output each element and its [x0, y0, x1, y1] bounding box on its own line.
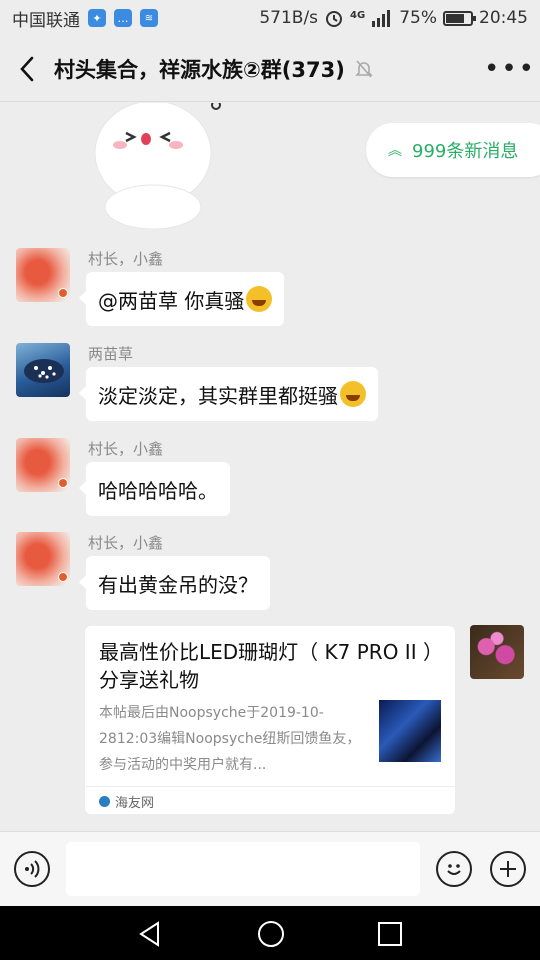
status-left: 中国联通 ✦ … ≋ [12, 6, 158, 31]
sender-name: 村长，小鑫 [88, 534, 164, 552]
message-text: 淡定淡定，其实群里都挺骚 [98, 383, 338, 408]
avatar[interactable] [16, 438, 70, 492]
sender-name: 村长，小鑫 [88, 440, 164, 458]
plus-icon [500, 861, 516, 877]
app-notification-icon: ✦ [88, 9, 106, 27]
system-nav-bar [0, 906, 540, 960]
message-bubble[interactable]: 淡定淡定，其实群里都挺骚 [79, 367, 378, 421]
chat-messages[interactable]: ︽ 999条新消息 村长，小鑫 @两苗草 你真骚 两苗草 淡定淡定，其实群里都挺… [0, 103, 540, 831]
double-chevron-up-icon: ︽ [388, 143, 402, 159]
nav-back-icon[interactable] [136, 920, 164, 948]
more-functions-button[interactable] [490, 851, 526, 887]
alarm-icon [326, 11, 343, 27]
crying-laughing-emoji-icon [246, 286, 273, 312]
message-input[interactable] [66, 842, 420, 896]
new-messages-label: 999条新消息 [412, 141, 519, 162]
avatar[interactable] [16, 343, 70, 397]
laughing-tears-emoji-icon [340, 381, 366, 407]
clock: 20:45 [479, 8, 528, 28]
smiley-icon [447, 864, 461, 875]
avatar[interactable] [16, 532, 70, 586]
source-logo-icon [99, 796, 110, 807]
chevron-left-icon [20, 56, 34, 81]
avatar-badge [58, 572, 68, 582]
sender-name: 两苗草 [88, 345, 134, 363]
message-text: 哈哈哈哈哈。 [98, 478, 218, 503]
nav-home-icon[interactable] [256, 919, 286, 949]
message-bubble[interactable]: @两苗草 你真骚 [78, 272, 285, 326]
wifi-notification-icon: ≋ [140, 9, 158, 27]
link-card-description: 本帖最后由Noopsyche于2019-10-2812:03编辑Noopsych… [99, 705, 361, 773]
more-options-button[interactable]: ••• [480, 54, 540, 84]
link-card-source: 海友网 [99, 792, 154, 811]
stingray-icon [24, 359, 64, 383]
nav-recents-icon[interactable] [376, 920, 404, 948]
message-notification-icon: … [114, 9, 132, 27]
link-card[interactable]: 最高性价比LED珊瑚灯（ K7 PRO II ）分享送礼物 本帖最后由Noops… [85, 626, 455, 814]
link-card-thumbnail [379, 700, 441, 762]
mute-bell-icon [354, 59, 373, 78]
status-right: 571B/s 4G 75% 20:45 [259, 8, 528, 28]
avatar[interactable] [16, 248, 70, 302]
network-speed: 571B/s [259, 8, 319, 28]
signal-icon [372, 10, 391, 27]
message-bubble[interactable]: 哈哈哈哈哈。 [79, 462, 230, 516]
voice-icon [25, 860, 40, 878]
message-text: 有出黄金吊的没？ [98, 572, 258, 597]
back-button[interactable] [0, 36, 54, 102]
chat-header: 村头集合，祥源水族②群(373) ••• [0, 36, 540, 102]
chat-title: 村头集合，祥源水族②群(373) [54, 57, 345, 82]
sender-name: 村长，小鑫 [88, 250, 164, 268]
link-card-title: 最高性价比LED珊瑚灯（ K7 PRO II ）分享送礼物 [99, 640, 433, 692]
avatar-badge [58, 288, 68, 298]
message-bubble[interactable]: 有出黄金吊的没？ [79, 556, 270, 610]
network-type: 4G [350, 10, 366, 21]
battery-icon [443, 10, 476, 26]
source-name: 海友网 [115, 796, 155, 811]
battery-percent: 75% [399, 8, 437, 28]
card-divider [85, 786, 455, 787]
voice-button[interactable] [14, 851, 50, 887]
sticker-cartoon-icon [94, 103, 221, 229]
carrier-label: 中国联通 [12, 10, 80, 31]
status-bar: 中国联通 ✦ … ≋ 571B/s 4G 75% 20:45 [0, 0, 540, 36]
input-bar [0, 831, 540, 906]
new-messages-button[interactable]: ︽ 999条新消息 [366, 123, 540, 177]
battery-fill [446, 13, 464, 23]
my-avatar[interactable] [470, 625, 524, 679]
message-text: @两苗草 你真骚 [98, 288, 245, 313]
emoji-button[interactable] [436, 851, 472, 887]
avatar-badge [58, 478, 68, 488]
